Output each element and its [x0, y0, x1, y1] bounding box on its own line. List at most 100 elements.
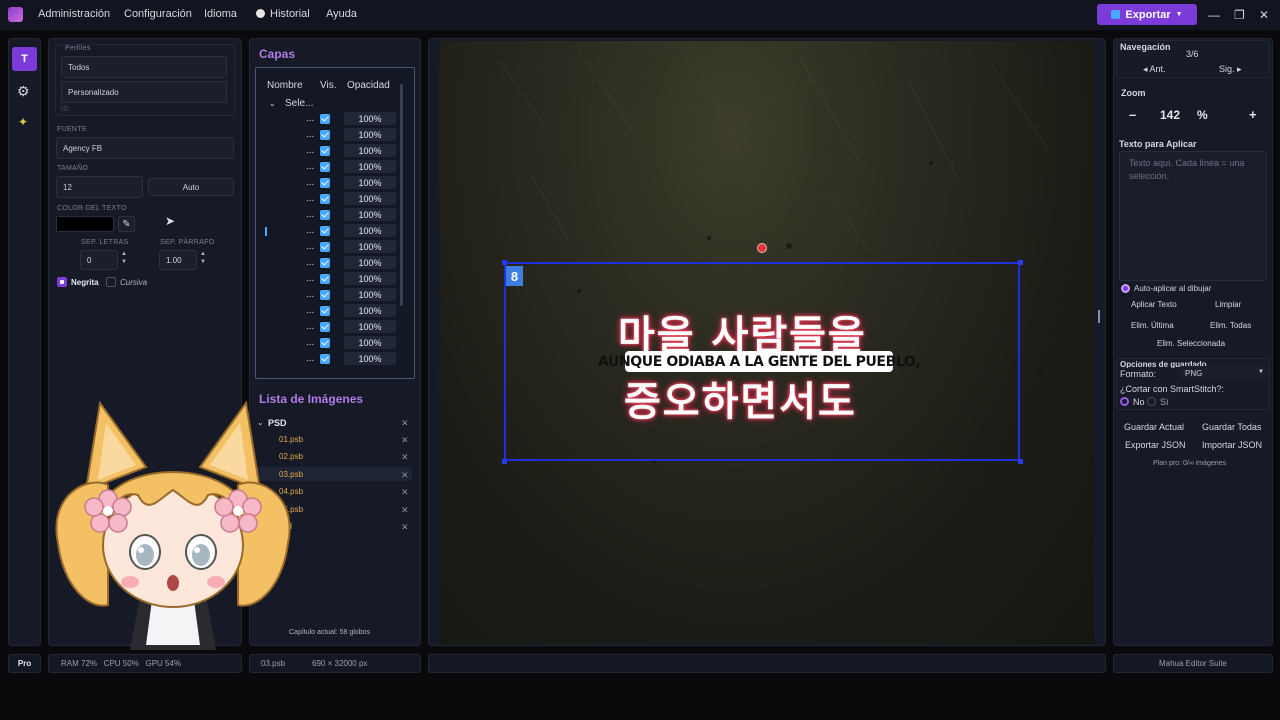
radio-si[interactable] — [1147, 397, 1156, 406]
radio-no[interactable] — [1120, 397, 1129, 406]
visibility-checkbox[interactable] — [320, 258, 330, 268]
layer-row[interactable]: ... 100% — [256, 351, 414, 367]
visibility-checkbox[interactable] — [320, 226, 330, 236]
opacity-field[interactable]: 100% — [344, 352, 396, 365]
zoom-in-button[interactable]: + — [1249, 107, 1257, 122]
profile-personalizado[interactable]: Personalizado — [61, 81, 227, 103]
visibility-checkbox[interactable] — [320, 178, 330, 188]
layer-row[interactable]: ... 100% — [256, 191, 414, 207]
visibility-checkbox[interactable] — [320, 162, 330, 172]
opacity-field[interactable]: 100% — [344, 288, 396, 301]
visibility-checkbox[interactable] — [320, 194, 330, 204]
next-page-button[interactable]: Sig. ▸ — [1219, 64, 1242, 75]
opacity-field[interactable]: 100% — [344, 192, 396, 205]
zoom-out-button[interactable]: – — [1129, 107, 1136, 122]
layer-row[interactable]: ... 100% — [256, 223, 414, 239]
export-button[interactable]: Exportar ▼ — [1097, 4, 1197, 25]
letter-spacing-input[interactable]: 0 — [80, 250, 118, 270]
font-select[interactable]: Agency FB — [56, 137, 234, 159]
close-icon[interactable]: ✕ — [401, 505, 409, 516]
close-icon[interactable]: ✕ — [401, 418, 409, 429]
close-icon[interactable]: ✕ — [401, 470, 409, 481]
eyedropper-icon[interactable]: ✎ — [118, 216, 135, 232]
layer-row[interactable]: ... 100% — [256, 239, 414, 255]
layer-row[interactable]: ... 100% — [256, 335, 414, 351]
resize-handle-se[interactable] — [1018, 459, 1023, 464]
apply-text-area[interactable]: Texto aquí. Cada línea = una selección. — [1119, 151, 1267, 281]
save-all-button[interactable]: Guardar Todas — [1202, 422, 1261, 432]
layer-row[interactable]: ... 100% — [256, 175, 414, 191]
visibility-checkbox[interactable] — [320, 354, 330, 364]
sparkle-icon[interactable]: ✦ — [18, 115, 28, 129]
layer-group[interactable]: Sele... — [285, 98, 313, 109]
size-input[interactable]: 12 — [56, 176, 143, 198]
opacity-field[interactable]: 100% — [344, 128, 396, 141]
layer-row[interactable]: ... 100% — [256, 111, 414, 127]
resize-handle-sw[interactable] — [502, 459, 507, 464]
zoom-value[interactable]: 142 — [1160, 108, 1180, 122]
chevron-down-icon[interactable]: ⌄ — [269, 99, 276, 108]
visibility-checkbox[interactable] — [320, 274, 330, 284]
layer-row[interactable]: ... 100% — [256, 127, 414, 143]
gear-icon[interactable]: ⚙ — [17, 83, 30, 100]
menu-configuracion[interactable]: Configuración — [124, 8, 192, 20]
auto-apply-checkbox[interactable] — [1121, 284, 1130, 293]
resize-handle-nw[interactable] — [502, 260, 507, 265]
opacity-field[interactable]: 100% — [344, 272, 396, 285]
visibility-checkbox[interactable] — [320, 146, 330, 156]
delete-last-button[interactable]: Elim. Última — [1131, 321, 1174, 330]
visibility-checkbox[interactable] — [320, 322, 330, 332]
close-icon[interactable]: ✕ — [401, 487, 409, 498]
letter-spacing-stepper[interactable]: ▲ ▼ — [121, 250, 127, 266]
delete-selected-button[interactable]: Elim. Seleccionada — [1157, 339, 1225, 348]
close-icon[interactable]: ✕ — [401, 435, 409, 446]
layers-scrollbar[interactable] — [400, 84, 403, 306]
layer-row[interactable]: ... 100% — [256, 287, 414, 303]
opacity-field[interactable]: 100% — [344, 112, 396, 125]
opacity-field[interactable]: 100% — [344, 160, 396, 173]
opacity-field[interactable]: 100% — [344, 176, 396, 189]
translated-text[interactable]: AUNQUE ODIABA A LA GENTE DEL PUEBLO, — [598, 351, 920, 372]
minimize-button[interactable]: — — [1208, 8, 1220, 22]
text-color-swatch[interactable] — [56, 216, 114, 232]
layer-row[interactable]: ... 100% — [256, 319, 414, 335]
close-icon[interactable]: ✕ — [401, 452, 409, 463]
opacity-field[interactable]: 100% — [344, 224, 396, 237]
paragraph-spacing-input[interactable]: 1.00 — [159, 250, 197, 270]
opacity-field[interactable]: 100% — [344, 336, 396, 349]
maximize-button[interactable]: ❐ — [1234, 8, 1245, 22]
prev-page-button[interactable]: ◂ Ant. — [1143, 64, 1166, 75]
visibility-checkbox[interactable] — [320, 306, 330, 316]
rotate-handle[interactable] — [757, 243, 767, 253]
paragraph-spacing-stepper[interactable]: ▲ ▼ — [200, 250, 206, 266]
resize-handle-ne[interactable] — [1018, 260, 1023, 265]
menu-historial[interactable]: Historial — [270, 8, 310, 20]
auto-size-button[interactable]: Auto — [148, 178, 234, 196]
profile-todos[interactable]: Todos — [61, 56, 227, 78]
italic-checkbox[interactable] — [106, 277, 116, 287]
menu-ayuda[interactable]: Ayuda — [326, 8, 357, 20]
menu-idioma[interactable]: Idioma — [204, 8, 237, 20]
menu-administracion[interactable]: Administración — [38, 8, 110, 20]
opacity-field[interactable]: 100% — [344, 208, 396, 221]
visibility-checkbox[interactable] — [320, 242, 330, 252]
visibility-checkbox[interactable] — [320, 130, 330, 140]
layer-row[interactable]: ... 100% — [256, 159, 414, 175]
apply-text-button[interactable]: Aplicar Texto — [1131, 300, 1177, 309]
opacity-field[interactable]: 100% — [344, 240, 396, 253]
clear-button[interactable]: Limpiar — [1215, 300, 1241, 309]
opacity-field[interactable]: 100% — [344, 320, 396, 333]
opacity-field[interactable]: 100% — [344, 304, 396, 317]
bold-checkbox[interactable] — [57, 277, 67, 287]
delete-all-button[interactable]: Elim. Todas — [1210, 321, 1251, 330]
layer-row[interactable]: ... 100% — [256, 271, 414, 287]
layer-row[interactable]: ... 100% — [256, 303, 414, 319]
visibility-checkbox[interactable] — [320, 114, 330, 124]
save-current-button[interactable]: Guardar Actual — [1124, 422, 1184, 432]
text-tool-button[interactable]: T — [12, 47, 37, 71]
panel-resize-handle[interactable] — [1098, 310, 1100, 323]
opacity-field[interactable]: 100% — [344, 144, 396, 157]
layer-row[interactable]: ... 100% — [256, 143, 414, 159]
opacity-field[interactable]: 100% — [344, 256, 396, 269]
import-json-button[interactable]: Importar JSON — [1202, 440, 1262, 450]
